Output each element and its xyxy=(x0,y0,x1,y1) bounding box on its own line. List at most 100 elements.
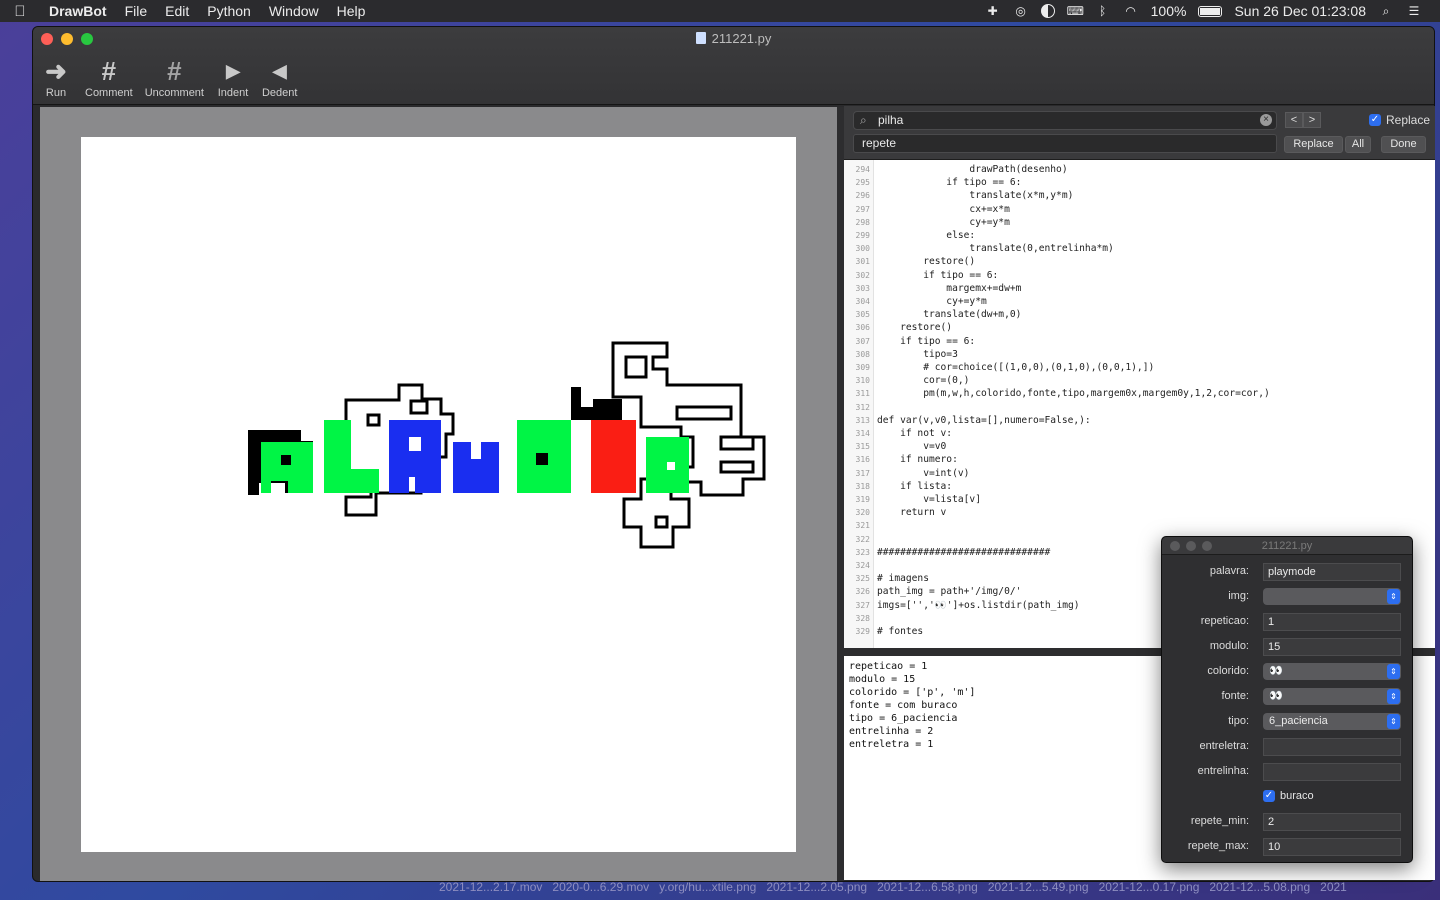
code-line: 300 translate(0,entrelinha*m) xyxy=(844,242,1435,255)
replace-toggle[interactable]: ✓ Replace xyxy=(1369,113,1430,127)
menu-python[interactable]: Python xyxy=(198,0,260,22)
menu-app-name[interactable]: DrawBot xyxy=(40,0,116,22)
panel-zoom-button[interactable] xyxy=(1202,541,1212,551)
code-line: 301 restore() xyxy=(844,255,1435,268)
desktop-file[interactable]: y.org/hu...xtile.png xyxy=(659,878,756,900)
bluetooth-icon[interactable]: ᛒ xyxy=(1095,4,1111,18)
window-titlebar: 211221.py ➜ Run # Comment # Uncomment ▶ Inde… xyxy=(33,27,1434,105)
code-line: 299 else: xyxy=(844,229,1435,242)
keyboard-icon[interactable]: ⌨ xyxy=(1067,4,1084,18)
line-number: 323 xyxy=(855,547,870,557)
replace-all-button[interactable]: All xyxy=(1345,136,1371,153)
desktop-file[interactable]: 2021-12...5.08.png xyxy=(1209,878,1310,900)
panel-minimize-button[interactable] xyxy=(1186,541,1196,551)
output-line: repeticao = 1 xyxy=(849,661,928,672)
code-line: 313 def var(v,v0,lista=[],numero=False,): xyxy=(844,414,1435,427)
variable-popup-button[interactable]: 👀 ⇕ xyxy=(1263,663,1401,680)
desktop-file[interactable]: 2020-0...6.29.mov xyxy=(552,878,649,900)
code-line: 307 if tipo == 6: xyxy=(844,335,1435,348)
indent-button[interactable]: ▶ Indent xyxy=(216,55,250,99)
line-number: 300 xyxy=(855,244,870,254)
variable-row: modulo: 15 xyxy=(1162,637,1414,657)
variable-popup-button[interactable]: ⇕ xyxy=(1263,588,1401,605)
uncomment-button[interactable]: # Uncomment xyxy=(145,55,204,99)
indent-triangle-icon: ▶ xyxy=(226,61,240,81)
variable-text-field[interactable] xyxy=(1263,738,1401,756)
replace-button[interactable]: Replace xyxy=(1284,136,1343,153)
wifi-icon[interactable]: ◠ xyxy=(1123,4,1139,18)
run-arrow-icon: ➜ xyxy=(45,56,67,86)
popup-value: 👀 xyxy=(1269,665,1283,677)
menu-help[interactable]: Help xyxy=(328,0,375,22)
night-shift-icon[interactable] xyxy=(1040,4,1055,18)
letter-d-hole xyxy=(667,462,675,470)
variable-text-field[interactable]: 15 xyxy=(1263,638,1401,656)
code-text: restore() xyxy=(877,256,976,268)
variable-popup-button[interactable]: 6_paciencia ⇕ xyxy=(1263,713,1401,730)
control-center-icon[interactable]: ☰ xyxy=(1406,4,1422,18)
find-next-button[interactable]: > xyxy=(1303,112,1321,128)
variable-label: repeticao: xyxy=(1200,615,1249,627)
replace-input[interactable]: repete xyxy=(853,134,1277,153)
line-number: 307 xyxy=(855,336,870,346)
variable-text-field[interactable]: 1 xyxy=(1263,613,1401,631)
outline-hole-3 xyxy=(624,355,648,379)
letter-a-hole xyxy=(409,437,421,451)
line-number: 318 xyxy=(855,481,870,491)
find-previous-button[interactable]: < xyxy=(1285,112,1303,128)
line-number: 294 xyxy=(855,165,870,174)
outline-hole-6 xyxy=(719,460,755,474)
letter-p-hole xyxy=(281,455,291,465)
document-icon xyxy=(695,32,706,44)
desktop-file[interactable]: 2021-12...2.17.mov xyxy=(439,878,542,900)
code-text: if not v: xyxy=(877,428,953,439)
variable-text-field[interactable]: 2 xyxy=(1263,813,1401,831)
code-text: restore() xyxy=(877,322,953,334)
checkbox-label: buraco xyxy=(1280,790,1314,802)
desktop-file[interactable]: 2021-12...0.17.png xyxy=(1099,878,1200,900)
menu-edit[interactable]: Edit xyxy=(156,0,198,22)
clear-search-icon[interactable]: × xyxy=(1260,114,1272,126)
menu-file[interactable]: File xyxy=(116,0,157,22)
line-number: 301 xyxy=(855,257,870,267)
canvas-view[interactable] xyxy=(40,107,837,881)
line-number: 325 xyxy=(855,574,870,584)
code-text: if lista: xyxy=(877,480,953,492)
variable-checkbox[interactable]: ✓ buraco xyxy=(1263,790,1314,802)
code-text: return v xyxy=(877,507,947,519)
popup-arrows-icon: ⇕ xyxy=(1387,589,1400,604)
spotlight-search-icon[interactable]: ⌕ xyxy=(1378,4,1394,18)
desktop-file[interactable]: 2021-12...5.49.png xyxy=(988,878,1089,900)
comment-button[interactable]: # Comment xyxy=(85,55,133,99)
code-line: 308 tipo=3 xyxy=(844,348,1435,361)
panel-close-button[interactable] xyxy=(1170,541,1180,551)
menu-clock[interactable]: Sun 26 Dec 01:23:08 xyxy=(1234,3,1366,19)
output-line: entrelinha = 2 xyxy=(849,726,934,737)
variable-text-field[interactable]: playmode xyxy=(1263,563,1401,581)
desktop-file[interactable]: 2021 xyxy=(1320,878,1347,900)
menu-window[interactable]: Window xyxy=(260,0,328,22)
variable-popup-button[interactable]: 👀 ⇕ xyxy=(1263,688,1401,705)
desktop-file[interactable]: 2021-12...6.58.png xyxy=(877,878,978,900)
line-number: 310 xyxy=(855,376,870,386)
variable-text-field[interactable]: 10 xyxy=(1263,838,1401,856)
variable-label: entreletra: xyxy=(1199,740,1249,752)
dedent-button[interactable]: ◀ Dedent xyxy=(262,55,297,99)
letter-m-hole xyxy=(536,453,548,465)
output-line: colorido = ['p', 'm'] xyxy=(849,687,976,698)
code-text: # cor=choice([(1,0,0),(0,1,0),(0,0,1),]) xyxy=(877,362,1155,373)
output-console: repeticao = 1 modulo = 15 colorido = ['p… xyxy=(844,656,1164,880)
variable-row: img: ⇕ xyxy=(1162,587,1414,607)
variables-panel: 211221.py palavra: playmode img: ⇕ repeticao… xyxy=(1161,536,1413,863)
status-app-icon[interactable]: ✚ xyxy=(985,4,1001,18)
creative-cloud-icon[interactable]: ◎ xyxy=(1013,4,1029,18)
desktop-file[interactable]: 2021-12...2.05.png xyxy=(766,878,867,900)
apple-menu-icon[interactable]:  xyxy=(0,3,40,20)
done-button[interactable]: Done xyxy=(1381,136,1426,153)
find-search-input[interactable]: ⌕ pilha × xyxy=(853,111,1277,130)
find-replace-bar: ⌕ pilha × repete < > ✓ Replace Replace A… xyxy=(844,106,1435,160)
code-text: path_img = path+'/img/0/' xyxy=(877,586,1022,598)
battery-icon[interactable] xyxy=(1198,5,1223,17)
variable-text-field[interactable] xyxy=(1263,763,1401,781)
run-button[interactable]: ➜ Run xyxy=(39,55,73,99)
